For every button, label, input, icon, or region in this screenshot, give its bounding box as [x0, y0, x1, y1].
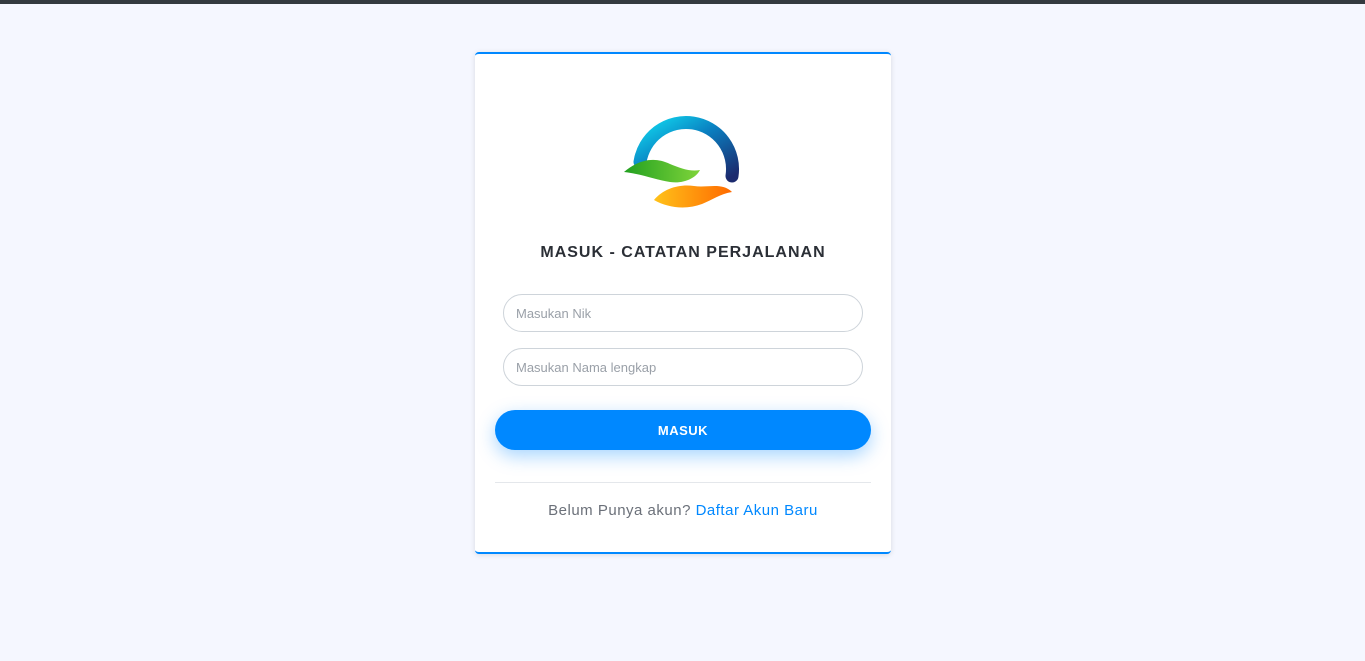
- full-name-input[interactable]: [503, 348, 863, 386]
- divider: [495, 482, 871, 483]
- nik-input[interactable]: [503, 294, 863, 332]
- top-strip: [0, 0, 1365, 4]
- hands-ring-logo-icon: [624, 115, 740, 208]
- login-title: MASUK - CATATAN PERJALANAN: [540, 244, 826, 261]
- login-card: MASUK - CATATAN PERJALANAN MASUK Belum P…: [475, 52, 891, 554]
- signup-prompt-text: Belum Punya akun?: [548, 502, 691, 519]
- register-link[interactable]: Daftar Akun Baru: [696, 502, 818, 519]
- login-button[interactable]: MASUK: [495, 410, 871, 450]
- signup-prompt-line: Belum Punya akun? Daftar Akun Baru: [475, 502, 891, 519]
